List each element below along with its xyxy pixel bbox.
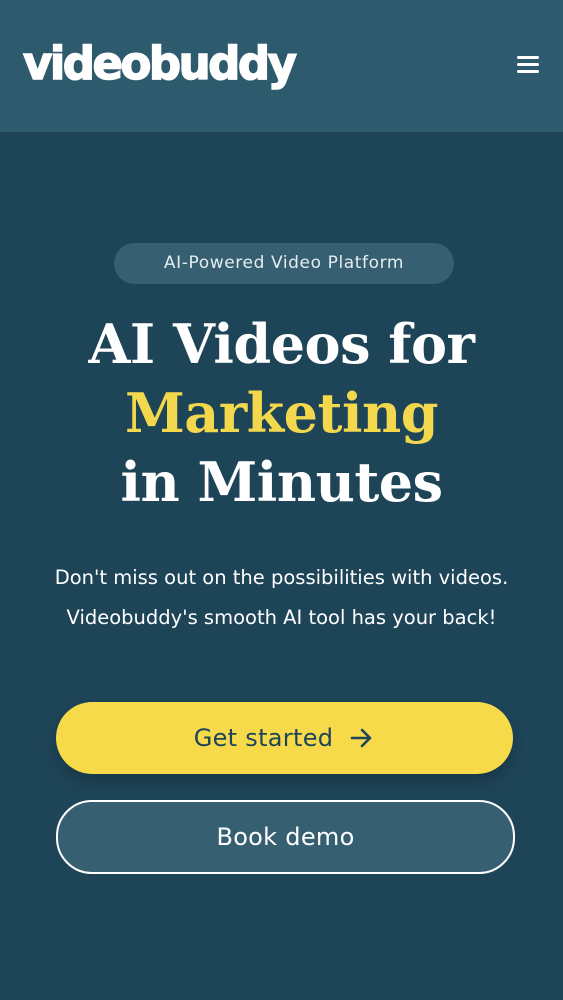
book-demo-label: Book demo — [216, 823, 355, 851]
headline-accent: Marketing — [125, 381, 438, 445]
get-started-label: Get started — [193, 724, 334, 752]
hamburger-menu-button[interactable] — [507, 48, 547, 82]
hero-headline: AI Videos for Marketing in Minutes — [0, 310, 563, 517]
subtitle-line-2: Videobuddy's smooth AI tool has your bac… — [66, 606, 497, 629]
get-started-button[interactable]: Get started — [56, 702, 513, 774]
hero-badge: AI-Powered Video Platform — [114, 243, 454, 284]
book-demo-button[interactable]: Book demo — [56, 800, 515, 874]
subtitle-line-1: Don't miss out on the possibilities with… — [54, 566, 509, 589]
site-header: videobuddy — [0, 0, 563, 132]
videobuddy-logo[interactable]: videobuddy — [22, 34, 297, 94]
headline-line-1: AI Videos for — [88, 312, 475, 376]
arrow-right-icon — [350, 728, 372, 748]
headline-line-3: in Minutes — [120, 450, 443, 514]
hero-subtitle: Don't miss out on the possibilities with… — [0, 558, 563, 638]
hero-section: AI-Powered Video Platform AI Videos for … — [0, 132, 563, 1000]
